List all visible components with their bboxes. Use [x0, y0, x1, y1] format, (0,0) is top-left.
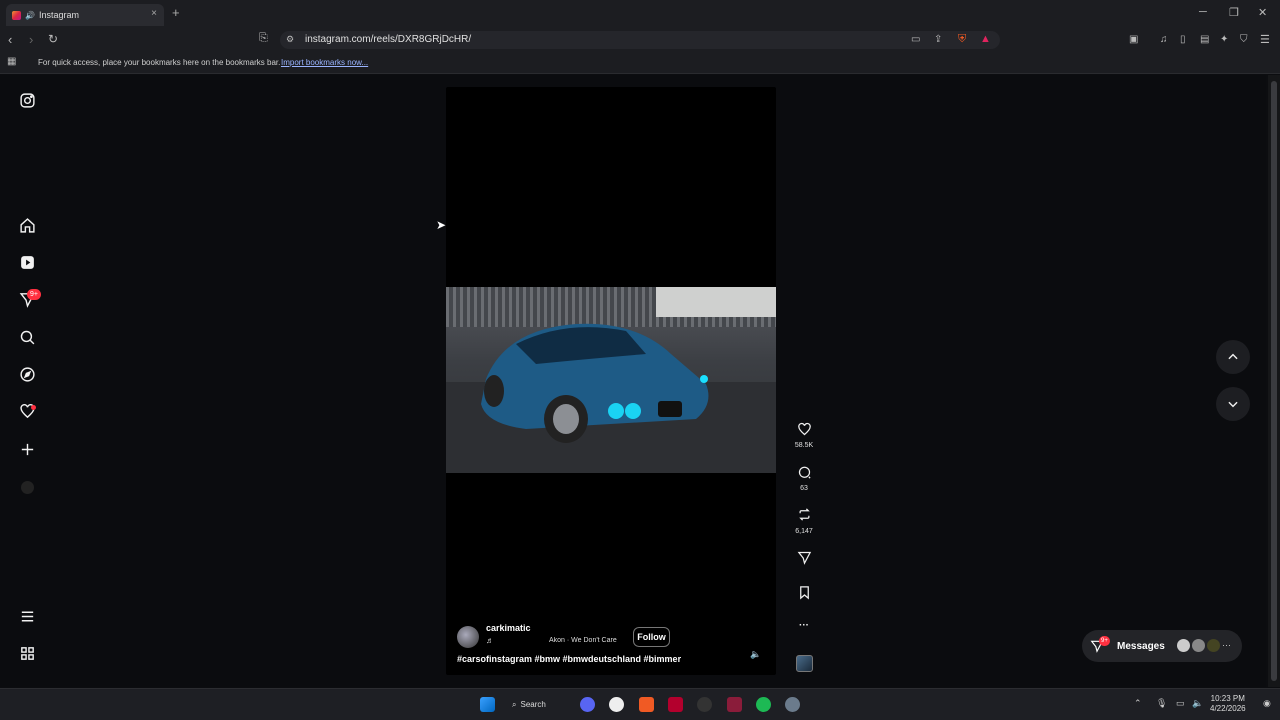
previous-reel-button[interactable] — [1216, 340, 1250, 374]
creator-name[interactable]: carkimatic — [486, 623, 531, 633]
next-reel-button[interactable] — [1216, 387, 1250, 421]
taskbar-search-label: Search — [520, 700, 546, 709]
home-icon[interactable] — [17, 215, 37, 235]
reel-caption[interactable]: #carsofinstagram #bmw #bmwdeutschland #b… — [457, 654, 681, 664]
reels-icon[interactable] — [17, 252, 37, 272]
audio-thumbnail[interactable] — [796, 655, 813, 672]
follow-button[interactable]: Follow — [633, 627, 670, 647]
messages-badge: 9+ — [1099, 636, 1110, 646]
share-icon[interactable] — [794, 550, 814, 570]
reel-video[interactable] — [446, 87, 776, 675]
app-icon[interactable] — [727, 697, 742, 712]
more-options-icon[interactable]: ··· — [794, 620, 814, 631]
brave-icon[interactable] — [639, 697, 654, 712]
tray-chevron-icon[interactable]: ⌃ — [1134, 698, 1142, 709]
message-avatar — [1192, 639, 1205, 652]
message-avatar — [1177, 639, 1190, 652]
instagram-favicon-icon — [12, 10, 21, 20]
create-icon[interactable] — [17, 439, 37, 459]
tab-close-icon[interactable]: × — [151, 8, 157, 19]
settings-icon[interactable] — [785, 697, 800, 712]
discord-icon[interactable] — [580, 697, 595, 712]
sidebar-panel-icon[interactable]: ▣ — [1129, 34, 1138, 45]
creator-avatar[interactable] — [457, 626, 479, 648]
url-text[interactable]: instagram.com/reels/DXR8GRjDcHR/ — [305, 34, 471, 45]
cast-icon[interactable]: ▭ — [911, 34, 920, 45]
comment-count: 63 — [800, 485, 808, 492]
wallet-icon[interactable]: ▤ — [1200, 34, 1209, 45]
tab-title: Instagram — [38, 10, 79, 20]
mouse-cursor-icon: ➤ — [436, 218, 447, 232]
microphone-icon[interactable]: 🎙 — [1156, 698, 1167, 709]
back-icon[interactable]: ‹ — [8, 32, 12, 47]
network-icon[interactable]: ▭ — [1176, 698, 1185, 709]
tab-strip — [0, 0, 1280, 28]
message-avatar — [1207, 639, 1220, 652]
bookmarks-hint: For quick access, place your bookmarks h… — [38, 58, 281, 67]
reader-icon[interactable]: ▯ — [1180, 34, 1186, 45]
apps-grid-icon[interactable]: ▦ — [7, 56, 16, 67]
ai-icon[interactable]: ✦ — [1220, 34, 1228, 45]
clock[interactable]: 10:23 PM 4/22/2026 — [1210, 694, 1246, 714]
repost-icon[interactable] — [794, 507, 814, 527]
explore-icon[interactable] — [17, 364, 37, 384]
volume-tray-icon[interactable]: 🔈 — [1192, 698, 1203, 709]
music-icon[interactable]: ♫ — [1160, 34, 1168, 45]
search-icon[interactable] — [17, 327, 37, 347]
reload-icon[interactable]: ↻ — [48, 32, 58, 46]
maximize-icon[interactable]: ❐ — [1229, 6, 1239, 19]
new-tab-button[interactable]: + — [172, 5, 180, 20]
share-icon[interactable]: ⇪ — [934, 34, 942, 45]
more-menu-icon[interactable] — [17, 606, 37, 626]
song-title[interactable]: Akon · We Don't Care — [549, 637, 619, 644]
heart-icon[interactable] — [17, 401, 37, 421]
also-from-meta-icon[interactable] — [17, 643, 37, 663]
save-icon[interactable] — [794, 585, 814, 605]
clock-date: 4/22/2026 — [1210, 704, 1246, 713]
activity-dot — [31, 405, 36, 410]
menu-icon[interactable]: ☰ — [1260, 33, 1270, 46]
vpn-icon[interactable]: ⛉ — [1240, 34, 1248, 45]
search-icon: ⌕ — [512, 699, 517, 709]
rewards-icon[interactable]: ▲ — [980, 33, 991, 45]
app-icon[interactable] — [697, 697, 712, 712]
speaker-icon[interactable]: 🔊 — [25, 11, 35, 20]
tab-instagram[interactable]: 🔊 Instagram × — [6, 4, 164, 26]
car-photo — [446, 287, 776, 473]
notification-center-icon[interactable]: ◉ — [1263, 698, 1271, 709]
import-bookmarks-link[interactable]: Import bookmarks now... — [281, 58, 368, 67]
page-scrollbar[interactable] — [1268, 75, 1280, 687]
notifications-badge: 9+ — [27, 289, 41, 300]
shield-icon[interactable]: ⛨ — [958, 33, 966, 46]
profile-avatar[interactable] — [17, 477, 37, 497]
adobe-icon[interactable] — [668, 697, 683, 712]
volume-icon[interactable]: 🔈 — [750, 649, 761, 660]
messages-label: Messages — [1117, 641, 1165, 652]
spotify-icon[interactable] — [756, 697, 771, 712]
like-icon[interactable] — [794, 422, 814, 442]
minimize-icon[interactable]: ─ — [1199, 6, 1207, 18]
messages-more-icon[interactable]: ··· — [1222, 640, 1231, 650]
bookmark-icon[interactable]: ⎘ — [259, 32, 268, 45]
clock-time: 10:23 PM — [1210, 694, 1245, 703]
app-icon[interactable] — [609, 697, 624, 712]
forward-icon[interactable]: › — [29, 32, 33, 47]
like-count: 58.5K — [794, 442, 814, 449]
repost-count: 6,147 — [795, 528, 813, 535]
site-info-icon[interactable]: ⚙ — [286, 34, 294, 45]
comment-icon[interactable] — [794, 465, 814, 485]
instagram-logo-icon[interactable] — [17, 90, 37, 110]
taskbar-search[interactable]: ⌕ Search — [512, 696, 562, 713]
window-close-icon[interactable]: ✕ — [1258, 6, 1267, 19]
start-icon[interactable] — [480, 697, 495, 712]
music-note-icon: ♬ — [486, 636, 494, 645]
